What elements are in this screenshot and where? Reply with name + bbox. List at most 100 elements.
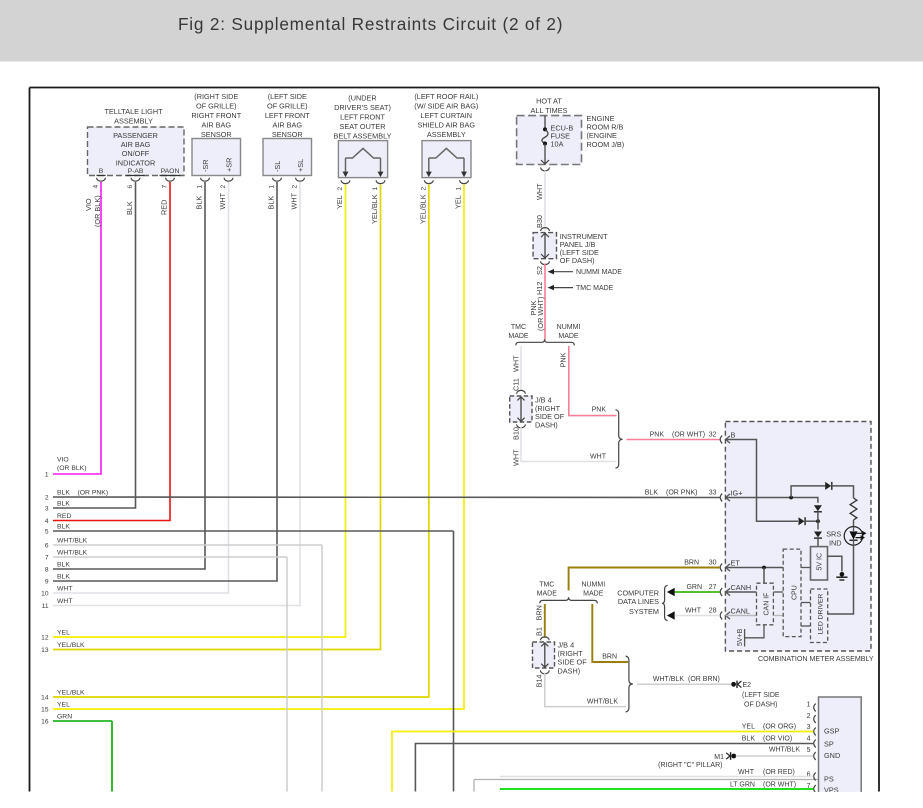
svg-text:(OR WHT): (OR WHT) [763, 781, 796, 788]
svg-text:32: 32 [709, 431, 717, 438]
svg-text:WHT/BLK: WHT/BLK [57, 549, 88, 556]
svg-text:3: 3 [807, 724, 811, 731]
svg-text:B: B [99, 168, 104, 175]
svg-text:12: 12 [41, 635, 49, 642]
svg-text:2: 2 [337, 187, 344, 191]
svg-text:4: 4 [45, 518, 49, 525]
svg-text:LEFT CURTAIN: LEFT CURTAIN [421, 111, 473, 120]
svg-text:TMC MADE: TMC MADE [576, 285, 614, 292]
svg-text:WHT: WHT [590, 453, 607, 460]
svg-text:B30: B30 [535, 215, 544, 228]
svg-text:Fig 2: Supplemental Restraints: Fig 2: Supplemental Restraints Circuit (… [178, 14, 563, 34]
svg-text:WHT: WHT [218, 192, 227, 209]
svg-text:YEL/BLK: YEL/BLK [370, 194, 379, 224]
svg-text:13: 13 [41, 647, 49, 654]
svg-text:11: 11 [42, 603, 49, 610]
svg-text:(RIGHT SIDE: (RIGHT SIDE [194, 92, 238, 101]
svg-text:2: 2 [807, 713, 811, 720]
svg-text:H12: H12 [535, 282, 544, 295]
svg-text:YEL/BLK: YEL/BLK [418, 194, 427, 224]
svg-text:LT GRN: LT GRN [730, 781, 755, 788]
svg-text:(OR WHT): (OR WHT) [672, 431, 705, 438]
svg-text:2: 2 [420, 187, 427, 191]
svg-text:GND: GND [824, 751, 840, 760]
svg-text:ON/OFF: ON/OFF [122, 149, 150, 158]
svg-text:TELLTALE LIGHT: TELLTALE LIGHT [104, 107, 163, 116]
svg-text:LED DRIVER: LED DRIVER [818, 594, 825, 635]
svg-text:OF DASH): OF DASH) [560, 256, 595, 265]
svg-text:SENSOR: SENSOR [272, 130, 303, 139]
svg-text:MADE: MADE [537, 590, 558, 597]
svg-text:BLK: BLK [195, 196, 204, 210]
svg-text:NUMMI: NUMMI [557, 324, 581, 331]
svg-text:B: B [731, 430, 736, 439]
svg-text:(OR BLK): (OR BLK) [57, 465, 86, 472]
svg-text:GSP: GSP [824, 727, 840, 736]
svg-text:2: 2 [220, 185, 227, 189]
svg-text:AIR BAG: AIR BAG [272, 121, 302, 130]
svg-text:OF DASH): OF DASH) [744, 702, 777, 709]
svg-text:VIO: VIO [84, 198, 93, 211]
svg-text:MADE: MADE [583, 590, 604, 597]
svg-text:OF GRILLE): OF GRILLE) [196, 102, 237, 111]
svg-text:YEL/BLK: YEL/BLK [57, 689, 85, 696]
svg-text:WHT: WHT [57, 598, 72, 605]
svg-text:33: 33 [709, 489, 717, 496]
svg-text:B1: B1 [535, 627, 544, 636]
svg-text:DASH): DASH) [558, 666, 581, 675]
svg-text:WHT: WHT [685, 607, 702, 614]
svg-text:LEFT FRONT: LEFT FRONT [265, 111, 310, 120]
svg-text:B14: B14 [535, 675, 544, 688]
svg-text:27: 27 [709, 584, 717, 591]
svg-text:SRS: SRS [826, 530, 841, 539]
svg-text:BLK: BLK [57, 561, 70, 568]
svg-text:YEL/BLK: YEL/BLK [57, 642, 85, 649]
svg-text:HOT AT: HOT AT [536, 97, 562, 106]
svg-text:(LEFT SIDE: (LEFT SIDE [742, 692, 780, 699]
svg-text:SP: SP [824, 740, 834, 749]
svg-text:VIO: VIO [57, 457, 69, 464]
svg-text:IND: IND [829, 538, 842, 547]
svg-text:SYSTEM: SYSTEM [629, 607, 659, 616]
svg-text:WHT: WHT [512, 449, 521, 466]
svg-text:AIR BAG: AIR BAG [121, 140, 151, 149]
svg-text:YEL: YEL [335, 195, 344, 209]
svg-text:5V+B: 5V+B [737, 628, 744, 646]
svg-text:8: 8 [45, 567, 49, 574]
svg-text:P-AB: P-AB [128, 168, 144, 175]
svg-text:WHT: WHT [57, 585, 72, 592]
svg-text:1: 1 [372, 187, 379, 191]
svg-text:WHT: WHT [738, 769, 755, 776]
svg-text:1: 1 [807, 702, 811, 709]
svg-text:BRN: BRN [684, 559, 699, 566]
svg-text:9: 9 [45, 579, 49, 586]
svg-text:WHT/BLK: WHT/BLK [57, 537, 88, 544]
svg-text:ASSEMBLY: ASSEMBLY [427, 130, 466, 139]
svg-text:M1: M1 [714, 754, 724, 761]
svg-text:NUMMI: NUMMI [581, 581, 605, 588]
svg-text:6: 6 [45, 543, 49, 550]
svg-text:E2: E2 [743, 682, 752, 689]
svg-text:1: 1 [45, 472, 49, 479]
svg-text:CANH: CANH [731, 583, 752, 592]
svg-text:C11: C11 [512, 378, 521, 391]
svg-text:4: 4 [807, 736, 811, 743]
svg-text:2: 2 [45, 495, 49, 502]
svg-text:COMBINATION METER ASSEMBLY: COMBINATION METER ASSEMBLY [758, 655, 874, 663]
svg-text:SEAT OUTER: SEAT OUTER [340, 122, 386, 131]
svg-text:PNK: PNK [650, 431, 665, 438]
svg-text:2: 2 [292, 185, 299, 189]
svg-text:10A: 10A [551, 139, 564, 148]
svg-text:(RIGHT "C" PILLAR): (RIGHT "C" PILLAR) [658, 762, 722, 769]
svg-text:+SL: +SL [296, 159, 305, 172]
svg-text:TMC: TMC [539, 581, 554, 588]
svg-text:ROOM J/B): ROOM J/B) [587, 140, 625, 149]
svg-text:WHT/BLK: WHT/BLK [653, 676, 684, 683]
svg-text:7: 7 [45, 555, 49, 562]
svg-text:(UNDER: (UNDER [348, 94, 376, 103]
svg-text:BLK: BLK [267, 196, 276, 210]
svg-text:PNK: PNK [592, 407, 607, 414]
svg-text:PNK: PNK [559, 352, 568, 367]
svg-text:1: 1 [269, 185, 276, 189]
svg-text:3: 3 [45, 506, 49, 513]
